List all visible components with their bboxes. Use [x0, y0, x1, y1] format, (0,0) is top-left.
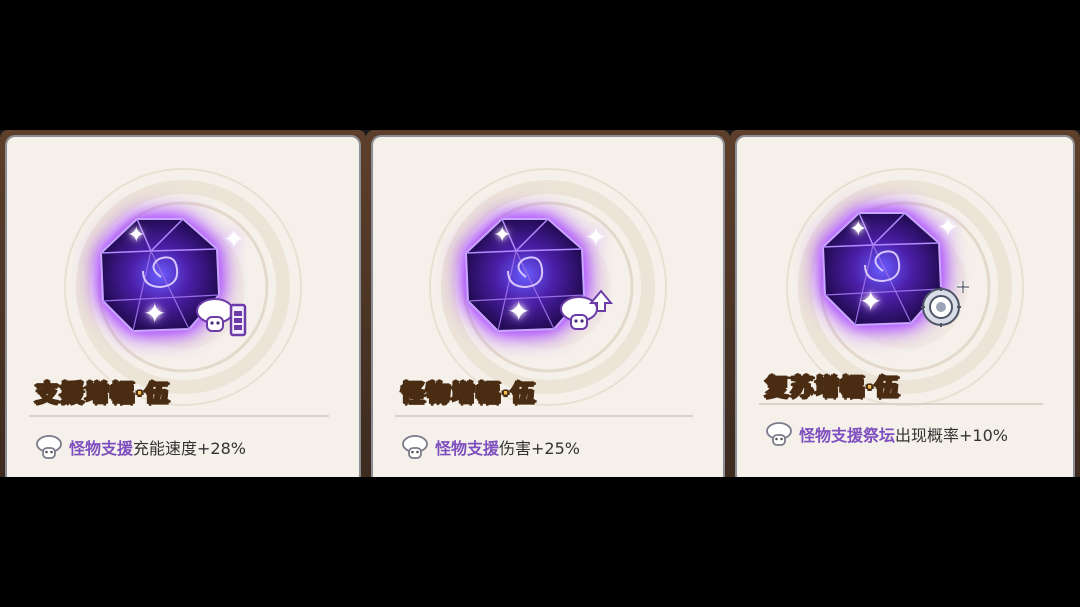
effect-text: 出现概率+10%	[895, 426, 1008, 445]
card-panel: ✦ ✦ ✦ 复苏增幅·伍 怪物支援祭坛出现概率+10%	[735, 135, 1075, 477]
card-panel: ✦ ✦ ✦ 支援增幅·伍 怪物支援充能速度+28%	[5, 135, 361, 477]
card-title: 支援增幅·伍	[34, 379, 171, 408]
effect-highlight: 怪物支援祭坛	[799, 426, 896, 445]
effect-highlight: 怪物支援	[435, 439, 500, 458]
sparkle-icon: ✦	[859, 285, 883, 318]
upgrade-card-monster-boost[interactable]: ✦ ✦ ✦ 怪物增幅·伍 怪物支援伤害+25%	[366, 130, 730, 477]
altar-plus-icon	[921, 281, 969, 327]
card-title: 怪物增幅·伍	[400, 379, 537, 408]
sparkle-icon: ✦	[507, 295, 531, 328]
card-panel: ✦ ✦ ✦ 怪物增幅·伍 怪物支援伤害+25%	[371, 135, 725, 477]
sparkle-icon: ✦	[493, 223, 512, 248]
mushroom-icon	[36, 435, 62, 459]
effect-description: 怪物支援充能速度+28%	[35, 434, 246, 460]
effect-highlight: 怪物支援	[69, 439, 134, 458]
card-strip: ✦ ✦ ✦ 支援增幅·伍 怪物支援充能速度+28% ✦ ✦ ✦ 怪物增幅·伍 怪…	[0, 130, 1080, 477]
divider	[395, 415, 693, 417]
effect-description: 怪物支援伤害+25%	[401, 434, 580, 460]
mushroom-battery-icon	[196, 298, 247, 337]
effect-text: 伤害+25%	[499, 439, 580, 458]
divider	[29, 415, 329, 417]
mushroom-icon	[402, 435, 428, 459]
mushroom-arrow-up-icon	[560, 289, 613, 330]
divider	[759, 403, 1043, 405]
sparkle-icon: ✦	[143, 297, 167, 330]
effect-description: 怪物支援祭坛出现概率+10%	[765, 421, 1008, 447]
card-title: 复苏增幅·伍	[764, 373, 901, 402]
upgrade-card-support-boost[interactable]: ✦ ✦ ✦ 支援增幅·伍 怪物支援充能速度+28%	[0, 130, 366, 477]
sparkle-icon: ✦	[585, 223, 607, 253]
mushroom-icon	[766, 422, 792, 446]
upgrade-card-revival-boost[interactable]: ✦ ✦ ✦ 复苏增幅·伍 怪物支援祭坛出现概率+10%	[730, 130, 1080, 477]
sparkle-icon: ✦	[223, 225, 245, 255]
sparkle-icon: ✦	[127, 223, 146, 248]
sparkle-icon: ✦	[849, 217, 868, 242]
effect-text: 充能速度+28%	[133, 439, 246, 458]
sparkle-icon: ✦	[937, 213, 959, 243]
